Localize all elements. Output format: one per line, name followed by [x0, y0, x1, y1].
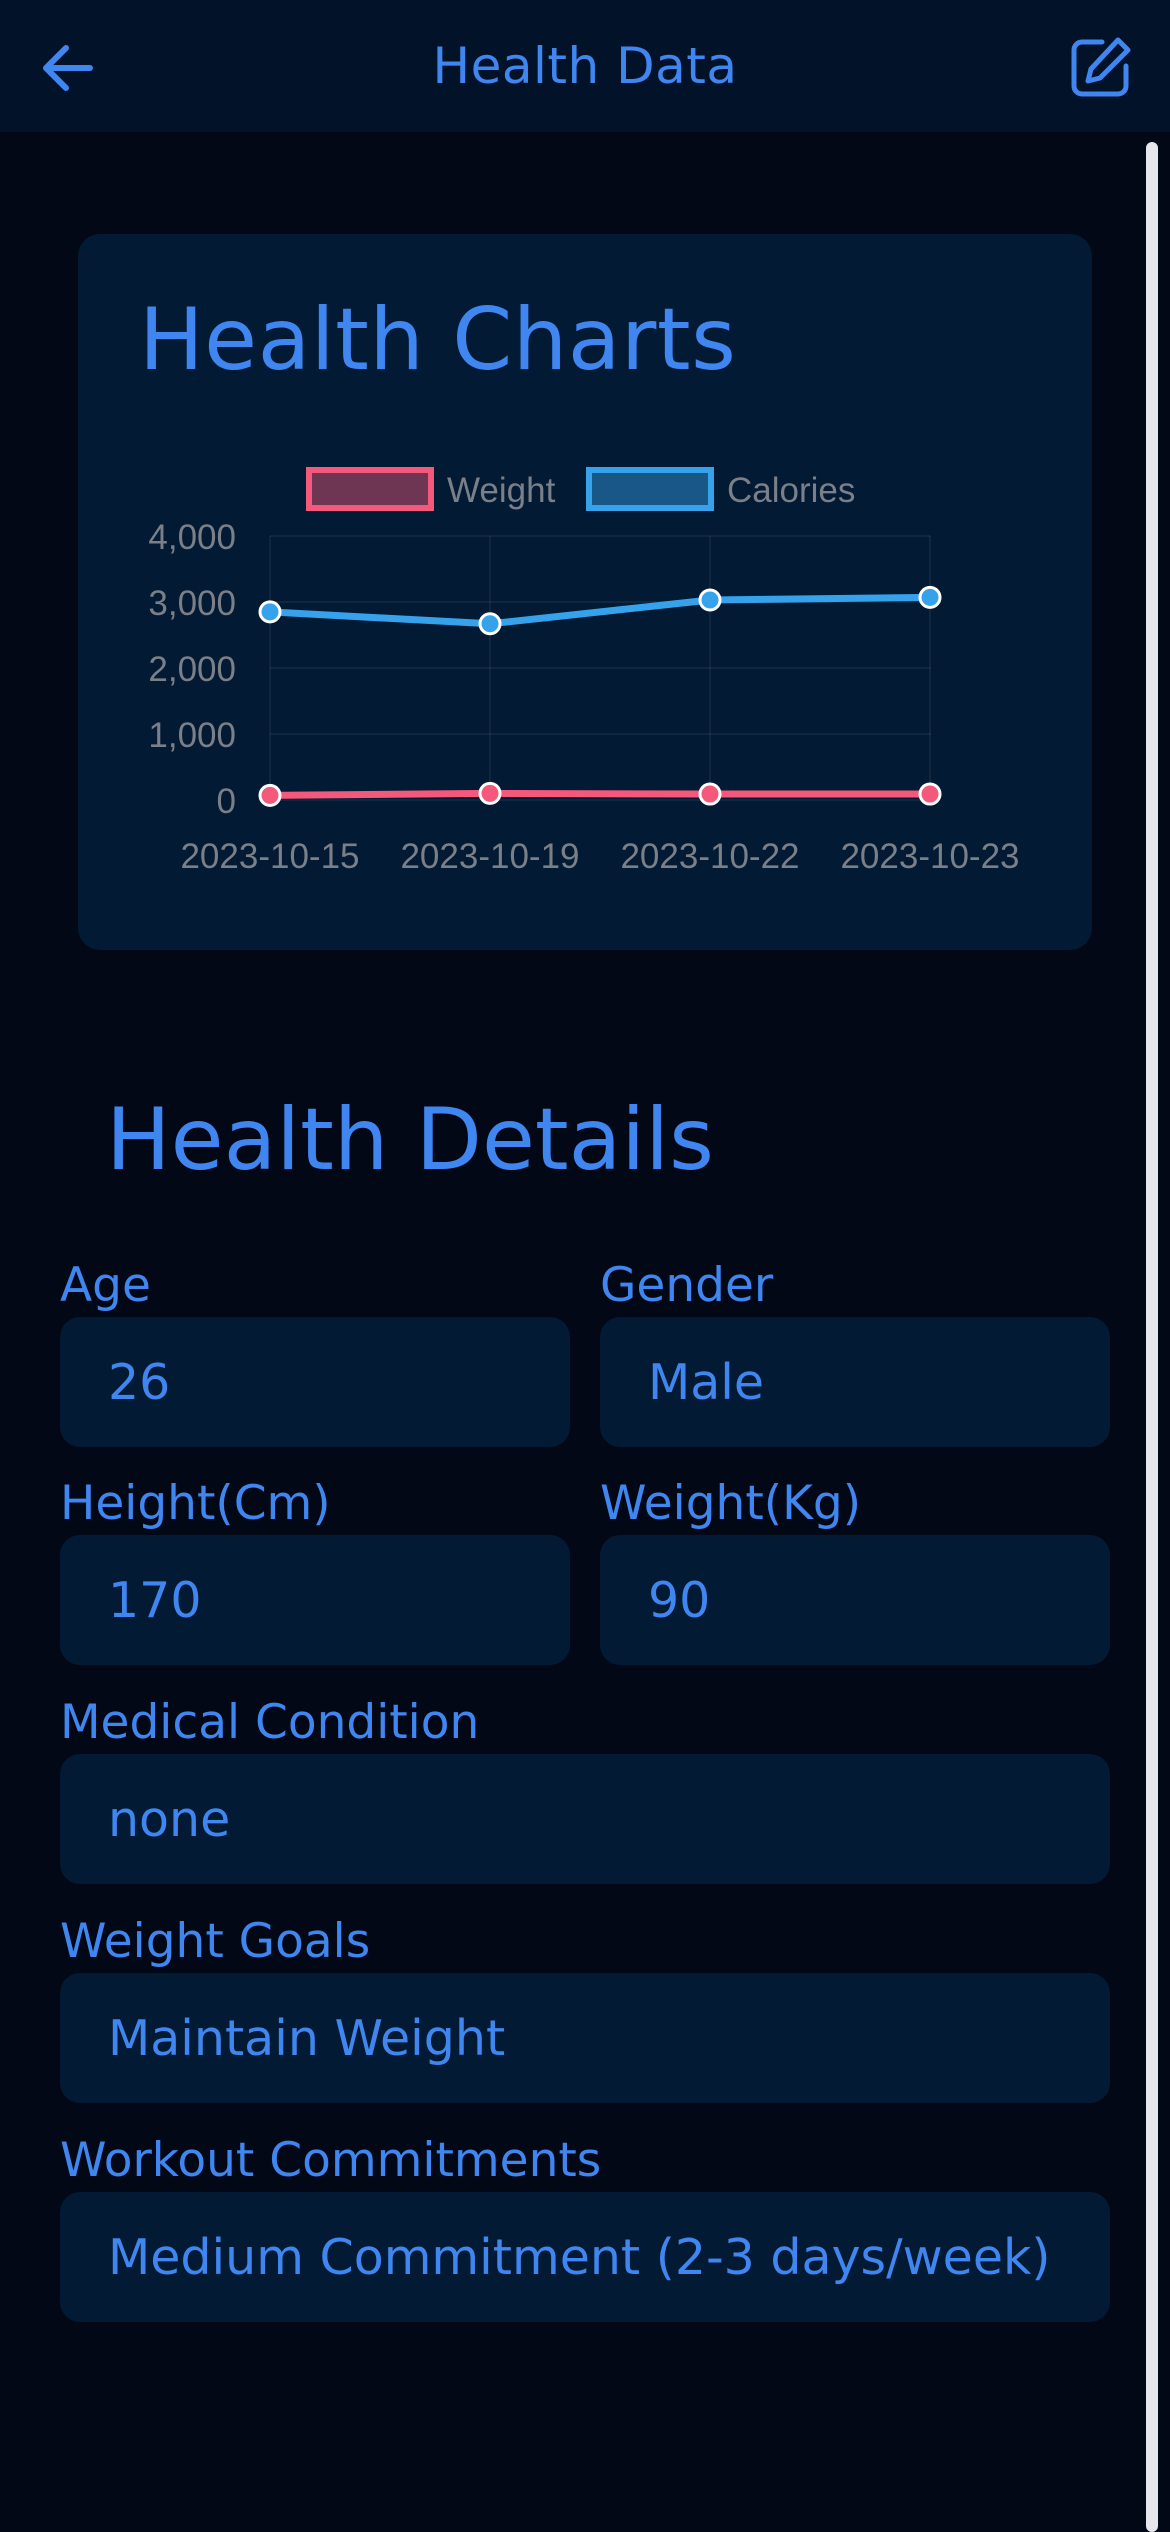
weight-goals-label: Weight Goals [60, 1914, 371, 1969]
medical-condition-label: Medical Condition [60, 1695, 480, 1750]
top-app-bar: Health Data [0, 0, 1170, 132]
health-data-screen: Health Data Health Charts 4,000 3,000 2,00… [0, 0, 1170, 2532]
y-tick-label: 2,000 [148, 650, 236, 689]
edit-square-icon[interactable] [1068, 34, 1134, 100]
y-tick-label: 1,000 [148, 716, 236, 755]
medical-condition-field[interactable]: none [60, 1754, 1110, 1884]
x-tick-label: 2023-10-19 [400, 837, 579, 876]
weight-label: Weight(Kg) [600, 1476, 862, 1531]
legend-label-calories: Calories [727, 471, 855, 510]
data-point-calories [918, 585, 942, 609]
y-tick-label: 3,000 [148, 584, 236, 623]
workout-commitments-label: Workout Commitments [60, 2133, 602, 2188]
arrow-left-icon[interactable] [36, 36, 100, 100]
health-line-chart: 4,000 3,000 2,000 1,000 0 2023-10-15 2023-10-1… [148, 467, 1020, 876]
legend-swatch-calories [586, 467, 714, 511]
height-field[interactable]: 170 [60, 1535, 570, 1665]
data-point-calories [698, 588, 722, 612]
weight-goals-select[interactable]: Maintain Weight [60, 1973, 1110, 2103]
height-label: Height(Cm) [60, 1476, 331, 1531]
page-title: Health Data [432, 37, 738, 95]
data-point-calories [478, 612, 502, 636]
legend-swatch-weight [306, 467, 434, 511]
x-tick-label: 2023-10-23 [840, 837, 1019, 876]
data-point-weight [918, 782, 942, 806]
series-line-weight [266, 789, 934, 799]
gender-label: Gender [600, 1258, 774, 1313]
x-tick-label: 2023-10-15 [180, 837, 359, 876]
y-tick-label: 4,000 [148, 518, 236, 557]
x-tick-label: 2023-10-22 [620, 837, 799, 876]
weight-field[interactable]: 90 [600, 1535, 1110, 1665]
scrollbar[interactable] [1146, 142, 1158, 2532]
workout-commitments-select[interactable]: Medium Commitment (2-3 days/week) [60, 2192, 1110, 2322]
gender-select[interactable]: Male [600, 1317, 1110, 1447]
y-tick-label: 0 [217, 782, 236, 821]
data-point-weight [478, 781, 502, 805]
data-point-weight [258, 783, 282, 807]
age-field[interactable]: 26 [60, 1317, 570, 1447]
data-point-weight [698, 782, 722, 806]
health-details-title: Health Details [106, 1090, 714, 1190]
legend-label-weight: Weight [447, 471, 556, 510]
data-point-calories [258, 600, 282, 624]
age-label: Age [60, 1258, 151, 1313]
